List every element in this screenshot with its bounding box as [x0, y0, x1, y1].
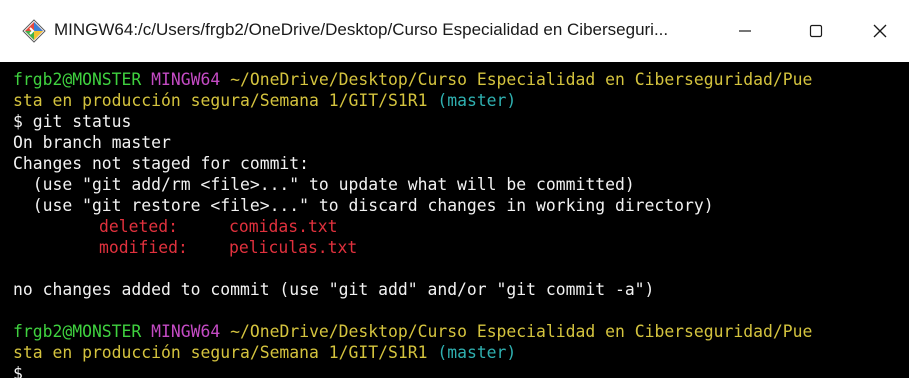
- prompt-user-host: frgb2@MONSTER: [13, 322, 142, 341]
- minimize-button[interactable]: [713, 0, 777, 62]
- prompt-path: ~/OneDrive/Desktop/Curso Especialidad en…: [230, 70, 813, 89]
- close-icon: [873, 24, 887, 38]
- maximize-button[interactable]: [784, 0, 848, 62]
- prompt-env: MINGW64: [151, 322, 221, 341]
- prompt-symbol: $: [13, 364, 23, 378]
- prompt-path: ~/OneDrive/Desktop/Curso Especialidad en…: [230, 322, 813, 341]
- command-line: $ git status: [13, 112, 132, 131]
- change-file-modified: peliculas.txt: [229, 238, 358, 257]
- prompt-line-2b: sta en producción segura/Semana 1/GIT/S1…: [13, 343, 516, 363]
- change-file-deleted: comidas.txt: [229, 217, 338, 236]
- prompt-path-cont: sta en producción segura/Semana 1/GIT/S1…: [13, 91, 428, 110]
- git-bash-app-icon: [22, 19, 46, 43]
- output-line: On branch master: [13, 133, 171, 152]
- title-bar[interactable]: MINGW64:/c/Users/frgb2/OneDrive/Desktop/…: [0, 0, 909, 62]
- prompt-branch: (master): [437, 91, 517, 110]
- prompt-path-cont: sta en producción segura/Semana 1/GIT/S1…: [13, 343, 428, 362]
- prompt-line-1: frgb2@MONSTER MINGW64 ~/OneDrive/Desktop…: [13, 70, 812, 90]
- terminal-window: MINGW64:/c/Users/frgb2/OneDrive/Desktop/…: [0, 0, 909, 378]
- prompt-user-host: frgb2@MONSTER: [13, 70, 142, 89]
- output-line: (use "git restore <file>..." to discard …: [13, 196, 714, 215]
- change-status-modified: modified:: [99, 238, 188, 257]
- output-line: Changes not staged for commit:: [13, 154, 310, 173]
- prompt-branch: (master): [437, 343, 517, 362]
- prompt-env: MINGW64: [151, 70, 221, 89]
- maximize-icon: [809, 24, 823, 38]
- change-status-deleted: deleted:: [99, 217, 178, 236]
- minimize-icon: [739, 30, 751, 32]
- summary-line: no changes added to commit (use "git add…: [13, 280, 655, 299]
- terminal-output[interactable]: frgb2@MONSTER MINGW64 ~/OneDrive/Desktop…: [0, 62, 909, 378]
- prompt-line-2: frgb2@MONSTER MINGW64 ~/OneDrive/Desktop…: [13, 322, 812, 342]
- prompt-line-1b: sta en producción segura/Semana 1/GIT/S1…: [13, 91, 516, 111]
- output-line: (use "git add/rm <file>..." to update wh…: [13, 175, 635, 194]
- close-button[interactable]: [848, 0, 909, 62]
- window-title: MINGW64:/c/Users/frgb2/OneDrive/Desktop/…: [54, 20, 669, 39]
